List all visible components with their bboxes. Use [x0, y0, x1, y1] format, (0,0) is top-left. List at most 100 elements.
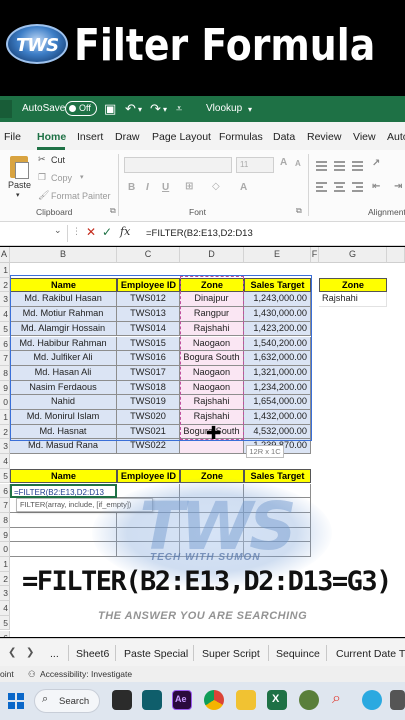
app-icon[interactable] — [362, 690, 382, 710]
table1-cell[interactable]: 1,540,200.00 — [244, 336, 311, 352]
font-launcher-icon[interactable]: ⧉ — [296, 206, 302, 216]
accessibility-status[interactable]: Accessibility: Investigate — [40, 669, 132, 679]
app-icon[interactable] — [299, 690, 319, 710]
table1-header[interactable]: Name — [10, 277, 117, 293]
app-icon[interactable] — [142, 690, 162, 710]
clipboard-launcher-icon[interactable]: ⧉ — [110, 206, 116, 216]
row-header[interactable]: 5 — [0, 321, 10, 337]
tab-insert[interactable]: Insert — [77, 131, 103, 143]
tab-data[interactable]: Data — [273, 131, 295, 143]
row-header[interactable]: 8 — [0, 365, 10, 381]
cut-button[interactable]: Cut — [51, 155, 65, 165]
table1-cell[interactable]: 4,532,000.00 — [244, 424, 311, 440]
sheet-tab-current-date[interactable]: Current Date T — [336, 648, 405, 660]
table1-cell[interactable]: Dinajpur — [180, 292, 244, 308]
table1-cell[interactable]: Naogaon — [180, 336, 244, 352]
decrease-indent-icon[interactable]: ⇤ — [372, 181, 380, 192]
font-name-box[interactable] — [124, 157, 232, 173]
table1-cell[interactable]: Naogaon — [180, 365, 244, 381]
shrink-font-icon[interactable]: A — [295, 159, 301, 168]
confirm-entry-icon[interactable]: ✓ — [102, 225, 112, 239]
sheet-tab-paste-special[interactable]: Paste Special — [124, 648, 188, 660]
tab-review[interactable]: Review — [307, 131, 341, 143]
taskbar-search[interactable]: ⌕ Search — [34, 689, 100, 713]
table1-cell[interactable]: 1,632,000.00 — [244, 351, 311, 366]
row-header[interactable]: 0 — [0, 542, 10, 557]
row-header[interactable]: 6 — [0, 630, 10, 637]
sheet-tab-sequince[interactable]: Sequince — [276, 648, 320, 660]
table1-cell[interactable]: TWS013 — [117, 307, 180, 322]
table1-cell[interactable]: Md. Julfiker Ali — [10, 351, 117, 366]
formula-input[interactable]: =FILTER(B2:E13,D2:D13 — [146, 228, 253, 239]
windows-start-icon[interactable] — [8, 693, 24, 709]
file-name[interactable]: Vlookup — [206, 103, 242, 114]
table1-cell[interactable]: 1,321,000.00 — [244, 365, 311, 381]
table1-cell[interactable]: Md. Hasnat — [10, 424, 117, 440]
row-header[interactable]: 0 — [0, 395, 10, 410]
table1-cell[interactable]: TWS015 — [117, 336, 180, 352]
table1-cell[interactable]: Md. Masud Rana — [10, 439, 117, 455]
font-size-box[interactable]: 11 — [236, 157, 274, 173]
row-header[interactable]: 4 — [0, 601, 10, 616]
table1-cell[interactable]: Nasim Ferdaous — [10, 380, 117, 396]
row-header[interactable]: 7 — [0, 498, 10, 513]
table1-cell[interactable]: 1,432,000.00 — [244, 410, 311, 425]
table1-cell[interactable]: TWS019 — [117, 395, 180, 410]
search-app-icon[interactable]: ⌕ — [330, 690, 350, 710]
next-sheet-icon[interactable]: ❯ — [26, 647, 34, 658]
row-header[interactable]: 3 — [0, 292, 10, 308]
app-icon[interactable] — [390, 690, 405, 710]
paste-dropdown-icon[interactable]: ▾ — [16, 191, 20, 199]
row-header[interactable]: 2 — [0, 277, 10, 293]
column-header-f[interactable]: F — [311, 247, 319, 263]
insert-function-icon[interactable]: fx — [120, 225, 130, 238]
more-sheets-button[interactable]: ... — [50, 648, 59, 660]
file-dropdown-icon[interactable]: ▾ — [248, 105, 252, 114]
task-view-icon[interactable] — [112, 690, 132, 710]
table1-cell[interactable]: Rajshahi — [180, 321, 244, 337]
font-color-icon[interactable]: A — [240, 182, 247, 193]
table1-cell[interactable]: TWS012 — [117, 292, 180, 308]
column-header-d[interactable]: D — [180, 247, 244, 263]
sheet-tab-sheet6[interactable]: Sheet6 — [76, 648, 109, 660]
table1-cell[interactable]: Md. Alamgir Hossain — [10, 321, 117, 337]
row-header[interactable]: 4 — [0, 307, 10, 322]
table1-cell[interactable]: TWS016 — [117, 351, 180, 366]
table1-cell[interactable]: TWS018 — [117, 380, 180, 396]
table1-header[interactable]: Zone — [180, 277, 244, 293]
criteria-header[interactable]: Zone — [319, 277, 387, 293]
table1-cell[interactable]: Rangpur — [180, 307, 244, 322]
paste-button[interactable]: Paste — [8, 180, 31, 190]
row-header[interactable]: 2 — [0, 424, 10, 440]
tab-auto[interactable]: Auto — [387, 131, 405, 143]
table1-cell[interactable]: TWS017 — [117, 365, 180, 381]
tab-draw[interactable]: Draw — [115, 131, 140, 143]
redo-dropdown-icon[interactable]: ▾ — [163, 105, 167, 114]
increase-indent-icon[interactable]: ⇥ — [394, 181, 402, 192]
table1-cell[interactable]: TWS022 — [117, 439, 180, 455]
table1-cell[interactable]: Rajshahi — [180, 395, 244, 410]
tab-formulas[interactable]: Formulas — [219, 131, 263, 143]
app-launcher-icon[interactable] — [0, 100, 12, 118]
table1-cell[interactable]: Md. Motiur Rahman — [10, 307, 117, 322]
customize-toolbar-icon[interactable]: ⩡ — [176, 103, 182, 116]
tab-file[interactable]: File — [4, 131, 21, 143]
column-header-b[interactable]: B — [10, 247, 117, 263]
table1-cell[interactable]: TWS021 — [117, 424, 180, 440]
format-painter-button[interactable]: Format Painter — [51, 191, 111, 201]
after-effects-icon[interactable]: Ae — [172, 690, 192, 710]
grow-font-icon[interactable]: A — [280, 157, 287, 168]
row-header[interactable]: 1 — [0, 263, 10, 278]
row-header[interactable]: 5 — [0, 615, 10, 631]
table1-cell[interactable]: 1,654,000.00 — [244, 395, 311, 410]
table1-cell[interactable]: Md. Hasan Ali — [10, 365, 117, 381]
redo-icon[interactable]: ↷ — [150, 101, 161, 117]
table1-header[interactable]: Employee ID — [117, 277, 180, 293]
cancel-entry-icon[interactable]: ✕ — [86, 225, 96, 239]
table2-header[interactable]: Name — [10, 468, 117, 484]
row-header[interactable]: 9 — [0, 380, 10, 396]
name-box-dropdown-icon[interactable]: ⌄ — [54, 225, 62, 236]
tab-page-layout[interactable]: Page Layout — [152, 131, 211, 143]
row-header[interactable]: 6 — [0, 336, 10, 352]
file-explorer-icon[interactable] — [236, 690, 256, 710]
